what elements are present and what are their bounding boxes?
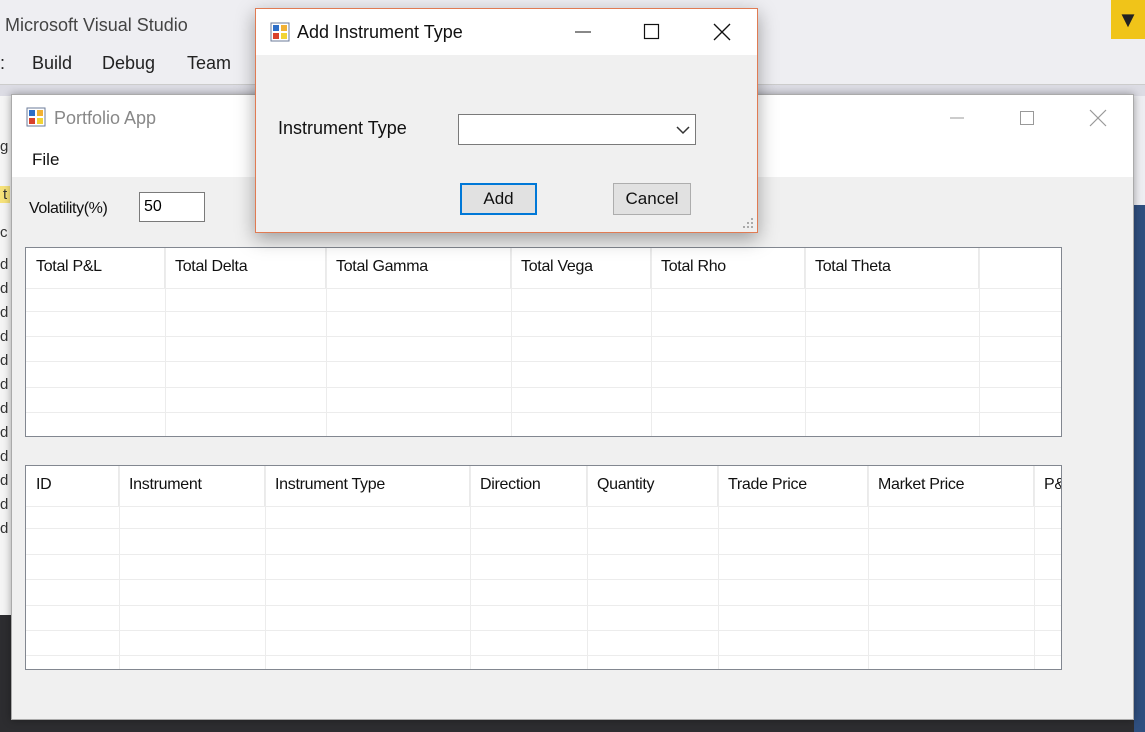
- dialog-close-button[interactable]: [699, 9, 745, 55]
- col-header-total-delta[interactable]: Total Delta: [165, 248, 326, 288]
- grid-line: [26, 288, 1061, 289]
- grid-line: [326, 248, 327, 436]
- grid-line: [26, 361, 1061, 362]
- main-window-title: Portfolio App: [54, 108, 157, 128]
- col-header-total-theta[interactable]: Total Theta: [805, 248, 979, 288]
- vs-notification-icon[interactable]: ▼: [1111, 0, 1145, 39]
- strip-char: d: [0, 496, 9, 513]
- grid-line: [165, 248, 166, 436]
- minimize-icon: [575, 31, 591, 33]
- grid-line: [26, 311, 1061, 312]
- close-icon: [1089, 109, 1107, 127]
- close-icon: [713, 23, 731, 41]
- maximize-icon: [1020, 111, 1034, 125]
- strip-char: d: [0, 256, 9, 273]
- col-header-id[interactable]: ID: [26, 466, 119, 506]
- dialog-title: Add Instrument Type: [297, 22, 463, 42]
- add-button[interactable]: Add: [460, 183, 537, 215]
- col-header-instrument[interactable]: Instrument: [119, 466, 265, 506]
- app-icon: [26, 107, 46, 127]
- add-instrument-type-dialog: Add Instrument Type Instrument Type Add …: [255, 8, 758, 233]
- strip-char: d: [0, 424, 9, 441]
- maximize-icon: [643, 23, 660, 40]
- dialog-maximize-button[interactable]: [629, 9, 675, 55]
- strip-char: d: [0, 352, 9, 369]
- vs-menu-debug[interactable]: Debug: [102, 53, 155, 74]
- grid-line: [26, 336, 1061, 337]
- strip-char: g: [0, 138, 9, 155]
- grid-line: [26, 506, 1061, 507]
- grid-line: [587, 466, 588, 669]
- volatility-label: Volatility(%): [29, 200, 108, 217]
- close-button[interactable]: [1075, 95, 1121, 141]
- grid-line: [979, 248, 980, 436]
- grid-line: [26, 630, 1061, 631]
- grid-line: [26, 528, 1061, 529]
- app-icon: [270, 22, 290, 42]
- col-header-pnl[interactable]: P&: [1034, 466, 1061, 506]
- grid-line: [119, 466, 120, 669]
- col-header-direction[interactable]: Direction: [470, 466, 587, 506]
- grid-line: [470, 466, 471, 669]
- minimize-icon: [950, 117, 964, 119]
- trades-grid-header: ID Instrument Instrument Type Direction …: [26, 466, 1061, 506]
- strip-char: c: [0, 224, 8, 241]
- instrument-type-combobox[interactable]: [458, 114, 696, 145]
- strip-char: d: [0, 472, 9, 489]
- strip-char: d: [0, 376, 9, 393]
- totals-grid-header: Total P&L Total Delta Total Gamma Total …: [26, 248, 1061, 288]
- dialog-titlebar[interactable]: Add Instrument Type: [256, 9, 757, 55]
- cancel-button[interactable]: Cancel: [613, 183, 691, 215]
- strip-char: d: [0, 400, 9, 417]
- vs-right-panel: [1134, 205, 1145, 732]
- minimize-button[interactable]: [934, 95, 980, 141]
- vs-menu-partial[interactable]: :: [0, 53, 5, 74]
- vs-menubar: : Build Debug Team: [0, 50, 255, 78]
- totals-grid[interactable]: Total P&L Total Delta Total Gamma Total …: [25, 247, 1062, 437]
- col-header-trade-price[interactable]: Trade Price: [718, 466, 868, 506]
- chevron-down-icon[interactable]: [675, 123, 691, 137]
- grid-line: [26, 605, 1061, 606]
- grid-line: [805, 248, 806, 436]
- strip-char: d: [0, 304, 9, 321]
- strip-char: d: [0, 280, 9, 297]
- grid-line: [26, 554, 1061, 555]
- col-header-total-gamma[interactable]: Total Gamma: [326, 248, 511, 288]
- grid-line: [868, 466, 869, 669]
- grid-line: [511, 248, 512, 436]
- trades-grid[interactable]: ID Instrument Instrument Type Direction …: [25, 465, 1062, 670]
- grid-line: [651, 248, 652, 436]
- dialog-minimize-button[interactable]: [560, 9, 606, 55]
- grid-line: [718, 466, 719, 669]
- grid-line: [26, 412, 1061, 413]
- grid-line: [26, 655, 1061, 656]
- col-header-instrument-type[interactable]: Instrument Type: [265, 466, 470, 506]
- col-header-total-vega[interactable]: Total Vega: [511, 248, 651, 288]
- strip-char: d: [0, 328, 9, 345]
- vs-menu-build[interactable]: Build: [32, 53, 72, 74]
- resize-grip-icon[interactable]: [742, 217, 754, 229]
- col-header-total-rho[interactable]: Total Rho: [651, 248, 805, 288]
- grid-line: [265, 466, 266, 669]
- volatility-input[interactable]: [139, 192, 205, 222]
- maximize-button[interactable]: [1004, 95, 1050, 141]
- col-header-total-pnl[interactable]: Total P&L: [26, 248, 165, 288]
- instrument-type-label: Instrument Type: [278, 118, 407, 138]
- grid-line: [1034, 466, 1035, 669]
- strip-char: d: [0, 448, 9, 465]
- grid-line: [26, 579, 1061, 580]
- strip-char: d: [0, 520, 9, 537]
- col-header-market-price[interactable]: Market Price: [868, 466, 1034, 506]
- vs-title: Microsoft Visual Studio: [5, 15, 188, 35]
- menu-file[interactable]: File: [32, 150, 59, 170]
- grid-line: [26, 387, 1061, 388]
- col-header-quantity[interactable]: Quantity: [587, 466, 718, 506]
- vs-menu-team[interactable]: Team: [187, 53, 231, 74]
- strip-char: t: [0, 186, 11, 203]
